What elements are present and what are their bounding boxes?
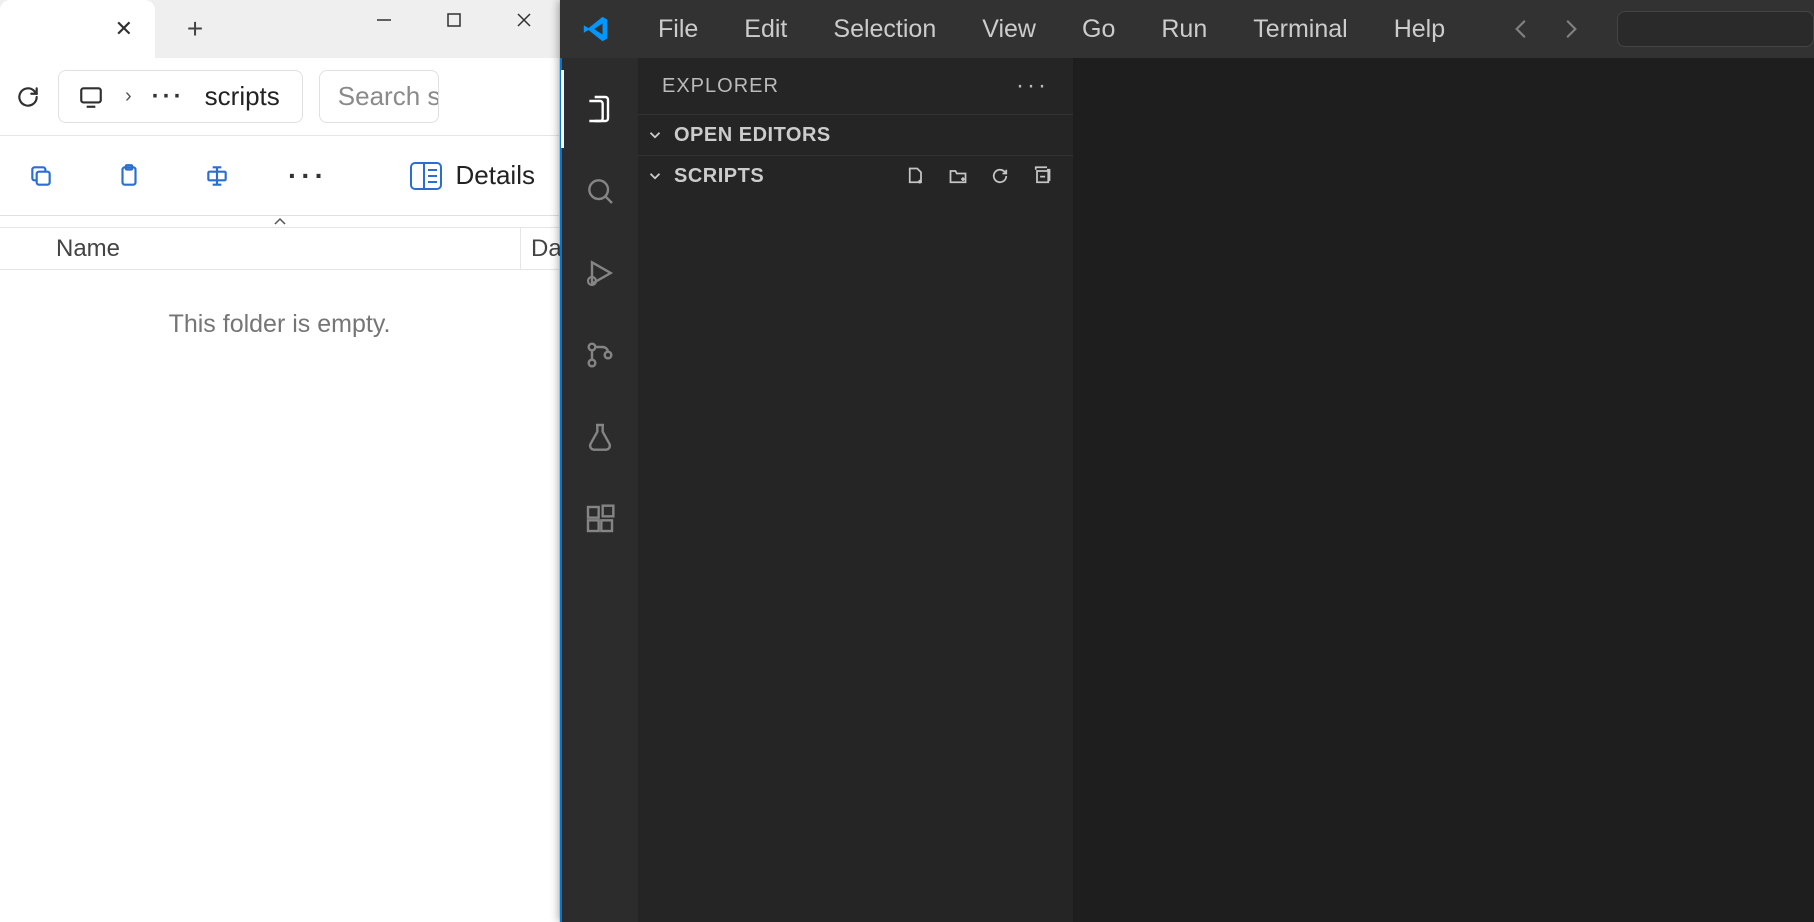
close-window-button[interactable] <box>489 0 559 40</box>
vscode-editor-area <box>1074 58 1814 922</box>
activity-search-icon[interactable] <box>561 152 639 230</box>
chevron-right-icon: › <box>125 85 132 108</box>
folder-label: SCRIPTS <box>674 165 764 188</box>
paste-icon[interactable] <box>112 159 146 193</box>
activity-testing-icon[interactable] <box>561 398 639 476</box>
menu-edit[interactable]: Edit <box>724 9 807 50</box>
open-editors-section: OPEN EDITORS <box>638 114 1073 155</box>
rename-icon[interactable] <box>200 159 234 193</box>
folder-section-actions <box>901 161 1065 191</box>
file-explorer-toolbar: › ··· scripts Search scri <box>0 58 559 136</box>
search-input[interactable]: Search scri <box>319 70 439 123</box>
menu-view[interactable]: View <box>962 9 1056 50</box>
vscode-titlebar: File Edit Selection View Go Run Terminal… <box>560 0 1814 58</box>
activity-run-debug-icon[interactable] <box>561 234 639 312</box>
file-explorer-actionbar: ··· Details <box>0 136 559 216</box>
new-tab-button[interactable]: + <box>175 0 215 58</box>
open-editors-label: OPEN EDITORS <box>674 124 831 147</box>
column-headers: Name Da <box>0 228 559 270</box>
menu-run[interactable]: Run <box>1141 9 1227 50</box>
close-tab-icon[interactable]: ✕ <box>115 16 133 42</box>
activity-explorer-icon[interactable] <box>561 70 639 148</box>
open-editors-header[interactable]: OPEN EDITORS <box>638 115 1073 155</box>
empty-folder-message: This folder is empty. <box>0 270 559 339</box>
refresh-button[interactable] <box>14 83 42 111</box>
menu-help[interactable]: Help <box>1374 9 1465 50</box>
menu-file[interactable]: File <box>638 9 718 50</box>
chevron-down-icon <box>646 126 666 144</box>
maximize-button[interactable] <box>419 0 489 40</box>
copy-icon[interactable] <box>24 159 58 193</box>
column-name-header[interactable]: Name <box>0 235 520 263</box>
nav-forward-button[interactable] <box>1551 9 1591 49</box>
breadcrumb[interactable]: › ··· scripts <box>58 70 303 123</box>
new-folder-icon[interactable] <box>943 161 973 191</box>
this-pc-icon <box>77 83 105 111</box>
command-center-search[interactable] <box>1617 11 1814 47</box>
collapse-all-icon[interactable] <box>1027 161 1057 191</box>
vscode-window: File Edit Selection View Go Run Terminal… <box>560 0 1814 922</box>
nav-arrows <box>1501 9 1591 49</box>
menu-selection[interactable]: Selection <box>813 9 956 50</box>
details-view-toggle[interactable]: Details <box>410 160 535 191</box>
nav-back-button[interactable] <box>1501 9 1541 49</box>
chevron-down-icon <box>646 167 666 185</box>
details-label: Details <box>456 160 535 191</box>
vscode-logo-icon <box>578 11 614 47</box>
refresh-explorer-icon[interactable] <box>985 161 1015 191</box>
activity-extensions-icon[interactable] <box>561 480 639 558</box>
new-file-icon[interactable] <box>901 161 931 191</box>
column-date-header[interactable]: Da <box>520 228 560 269</box>
details-icon <box>410 162 442 190</box>
sidebar-title-row: EXPLORER ··· <box>638 58 1073 114</box>
minimize-button[interactable] <box>349 0 419 40</box>
sidebar-title: EXPLORER <box>662 75 779 98</box>
file-explorer-titlebar: ✕ + <box>0 0 559 58</box>
breadcrumb-ellipsis[interactable]: ··· <box>152 83 185 111</box>
sidebar-more-button[interactable]: ··· <box>1016 72 1049 100</box>
folder-section: SCRIPTS <box>638 155 1073 196</box>
window-controls <box>349 0 559 40</box>
vscode-activitybar <box>560 58 638 922</box>
file-explorer-tab[interactable]: ✕ <box>0 0 155 58</box>
menu-terminal[interactable]: Terminal <box>1233 9 1367 50</box>
file-explorer-window: ✕ + › ··· scripts Search scri <box>0 0 560 922</box>
folder-section-header[interactable]: SCRIPTS <box>638 156 1073 196</box>
current-folder-name[interactable]: scripts <box>205 81 280 112</box>
more-actions-button[interactable]: ··· <box>288 160 328 192</box>
menu-go[interactable]: Go <box>1062 9 1135 50</box>
vscode-sidebar: EXPLORER ··· OPEN EDITORS SCRIPTS <box>638 58 1074 922</box>
collapse-ribbon-button[interactable] <box>0 216 559 228</box>
activity-source-control-icon[interactable] <box>561 316 639 394</box>
